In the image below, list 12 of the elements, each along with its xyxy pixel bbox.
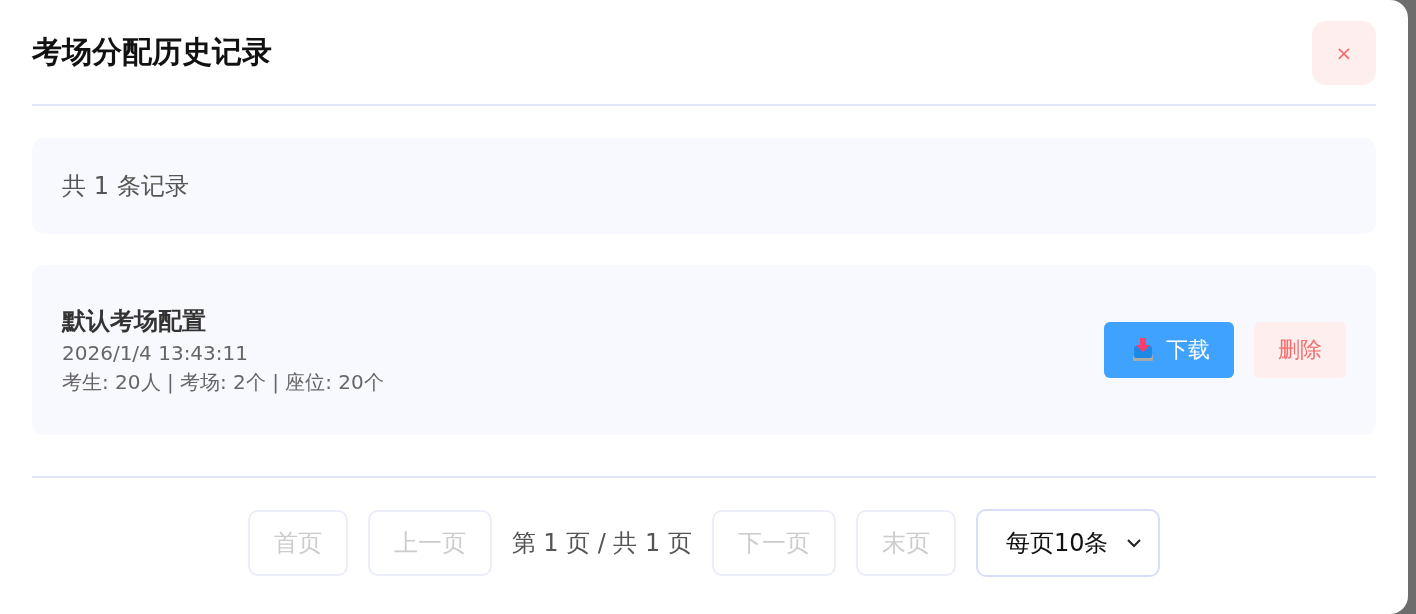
page-info: 第 1 页 / 共 1 页 [511, 528, 692, 559]
record-time: 2026/1/4 13:43:11 [62, 340, 249, 365]
download-icon [1132, 338, 1154, 362]
close-button[interactable]: × [1312, 21, 1376, 85]
page-size-select[interactable]: 每页10条 [975, 509, 1161, 577]
record-count: 共 1 条记录 [62, 171, 189, 202]
dialog-title: 考场分配历史记录 [32, 32, 272, 71]
record-stats: 考生: 20人 | 考场: 2个 | 座位: 20个 [62, 368, 384, 396]
chevron-down-icon [1126, 538, 1143, 548]
download-button[interactable]: 下载 [1104, 322, 1234, 378]
delete-button[interactable]: 删除 [1254, 322, 1346, 378]
record-name: 默认考场配置 [62, 305, 207, 337]
